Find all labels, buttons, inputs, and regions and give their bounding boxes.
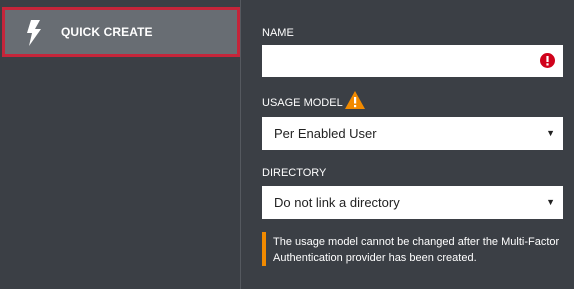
left-panel: QUICK CREATE <box>0 0 240 289</box>
panel-divider <box>240 0 241 289</box>
directory-label: DIRECTORY <box>262 167 327 179</box>
usage-model-value: Per Enabled User <box>274 126 377 141</box>
warning-icon <box>345 91 365 109</box>
usage-model-label: USAGE MODEL <box>262 97 343 109</box>
directory-select[interactable]: Do not link a directory ▼ <box>262 186 563 219</box>
usage-model-select[interactable]: Per Enabled User ▼ <box>262 117 563 150</box>
quick-create-label: QUICK CREATE <box>61 25 153 39</box>
note-text: The usage model cannot be changed after … <box>273 236 560 264</box>
chevron-down-icon: ▼ <box>546 128 555 138</box>
lightning-bolt-icon <box>27 20 41 46</box>
name-input[interactable] <box>262 45 563 77</box>
quick-create-button[interactable]: QUICK CREATE <box>2 7 240 57</box>
note-accent-bar <box>262 232 266 266</box>
chevron-down-icon: ▼ <box>546 197 555 207</box>
name-label: NAME <box>262 27 294 39</box>
directory-value: Do not link a directory <box>274 195 400 210</box>
error-icon <box>540 53 555 68</box>
